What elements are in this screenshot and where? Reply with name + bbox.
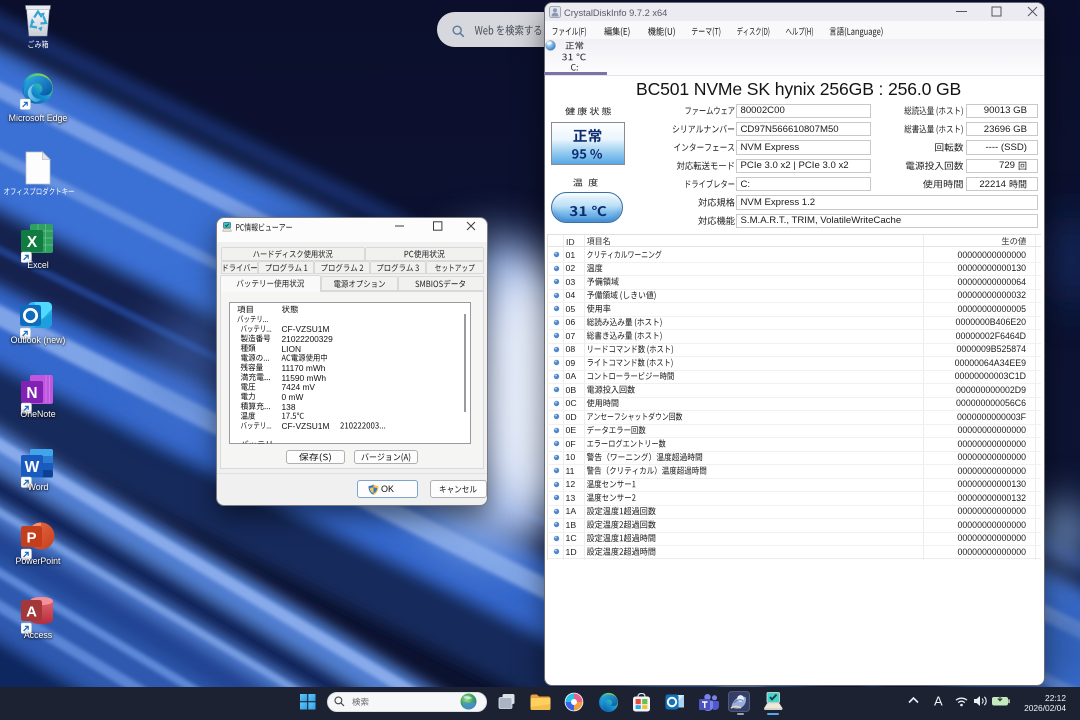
- svg-text:A: A: [934, 694, 943, 709]
- svg-text:A: A: [26, 604, 37, 621]
- svg-text:W: W: [25, 459, 40, 476]
- svg-text:N: N: [26, 385, 37, 402]
- svg-text:X: X: [27, 234, 38, 251]
- svg-text:P: P: [26, 530, 36, 547]
